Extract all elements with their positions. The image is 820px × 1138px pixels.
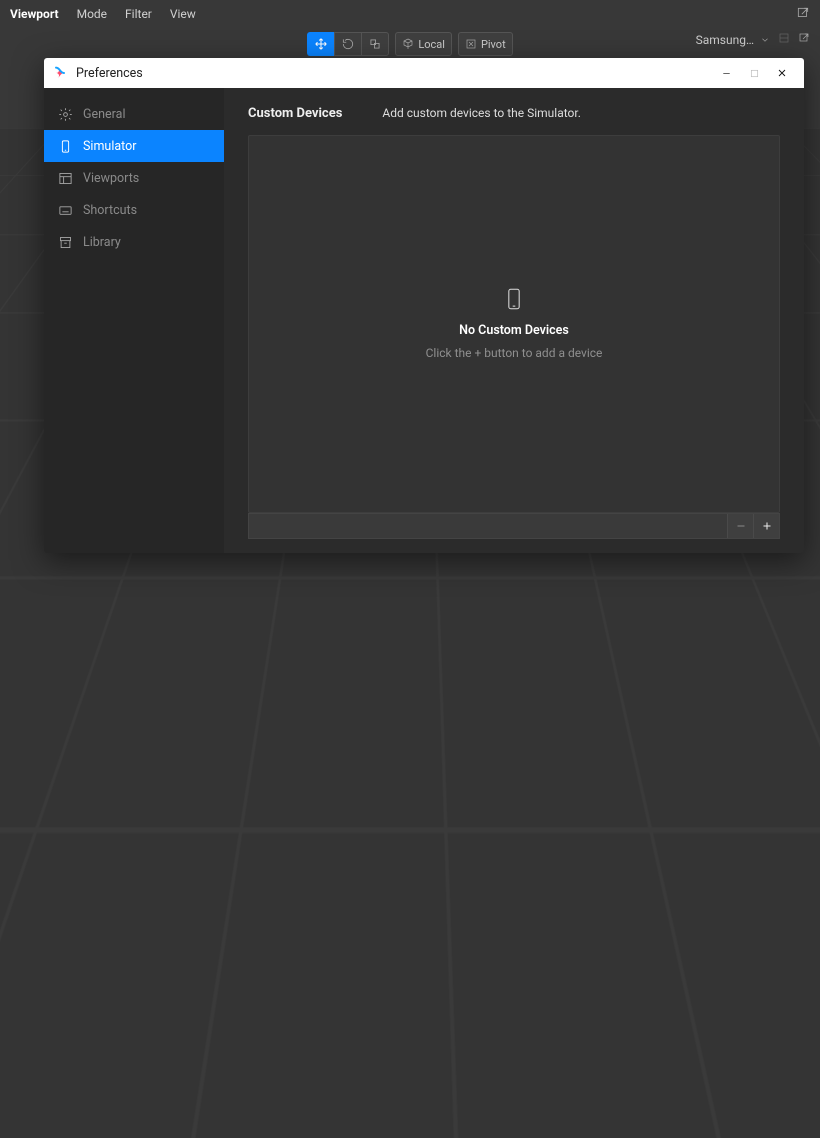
menu-view[interactable]: View (170, 7, 196, 21)
local-space-button[interactable]: Local (395, 32, 452, 56)
scale-tool-button[interactable] (361, 32, 389, 56)
menu-filter[interactable]: Filter (125, 7, 152, 21)
sidebar-item-label: Simulator (83, 139, 137, 154)
preferences-sidebar: General Simulator Viewports Shortcuts Li… (44, 88, 224, 553)
minimize-button[interactable] (712, 63, 740, 83)
section-subheading: Add custom devices to the Simulator. (382, 106, 580, 120)
device-dropdown-label: Samsung… (696, 33, 754, 47)
archive-icon (58, 235, 73, 250)
preferences-window: Preferences General Simulator Viewports (44, 58, 804, 553)
sidebar-item-label: Library (83, 235, 121, 250)
add-device-button[interactable] (753, 514, 779, 538)
rotate-tool-button[interactable] (334, 32, 361, 56)
sidebar-item-label: Shortcuts (83, 203, 137, 218)
app-logo-icon (52, 65, 68, 81)
app-menubar: Viewport Mode Filter View (0, 0, 820, 28)
transform-mode-group (307, 32, 389, 56)
remove-device-button[interactable] (727, 514, 753, 538)
preferences-title: Preferences (76, 66, 143, 81)
empty-state: No Custom Devices Click the + button to … (426, 288, 603, 360)
chevron-down-icon (760, 35, 770, 45)
sidebar-item-shortcuts[interactable]: Shortcuts (44, 194, 224, 226)
sidebar-item-simulator[interactable]: Simulator (44, 130, 224, 162)
local-space-label: Local (418, 38, 445, 51)
keyboard-icon (58, 203, 73, 218)
panel-title: Viewport (10, 7, 59, 21)
sidebar-item-viewports[interactable]: Viewports (44, 162, 224, 194)
layout-icon (58, 171, 73, 186)
popout-icon[interactable] (796, 6, 810, 23)
panel-footer (248, 513, 780, 539)
pivot-button[interactable]: Pivot (458, 32, 513, 56)
sidebar-item-library[interactable]: Library (44, 226, 224, 258)
maximize-button[interactable] (740, 63, 768, 83)
empty-hint: Click the + button to add a device (426, 346, 603, 360)
pivot-label: Pivot (481, 38, 506, 51)
sidebar-item-general[interactable]: General (44, 98, 224, 130)
sidebar-item-label: General (83, 107, 126, 122)
preferences-content: Custom Devices Add custom devices to the… (224, 88, 804, 553)
empty-title: No Custom Devices (426, 323, 603, 338)
section-heading: Custom Devices (248, 106, 342, 121)
preferences-titlebar: Preferences (44, 58, 804, 88)
device-dropdown[interactable]: Samsung… (696, 33, 770, 47)
close-button[interactable] (768, 63, 796, 83)
menu-mode[interactable]: Mode (77, 7, 107, 21)
viewport-toolbar: Local Pivot Samsung… (0, 28, 820, 60)
sidebar-item-label: Viewports (83, 171, 139, 186)
divider-icon (778, 32, 790, 47)
move-tool-button[interactable] (307, 32, 334, 56)
custom-devices-panel: No Custom Devices Click the + button to … (248, 135, 780, 513)
gear-icon (58, 107, 73, 122)
phone-outline-icon (426, 288, 603, 313)
popout-small-icon[interactable] (798, 32, 810, 47)
phone-icon (58, 139, 73, 154)
